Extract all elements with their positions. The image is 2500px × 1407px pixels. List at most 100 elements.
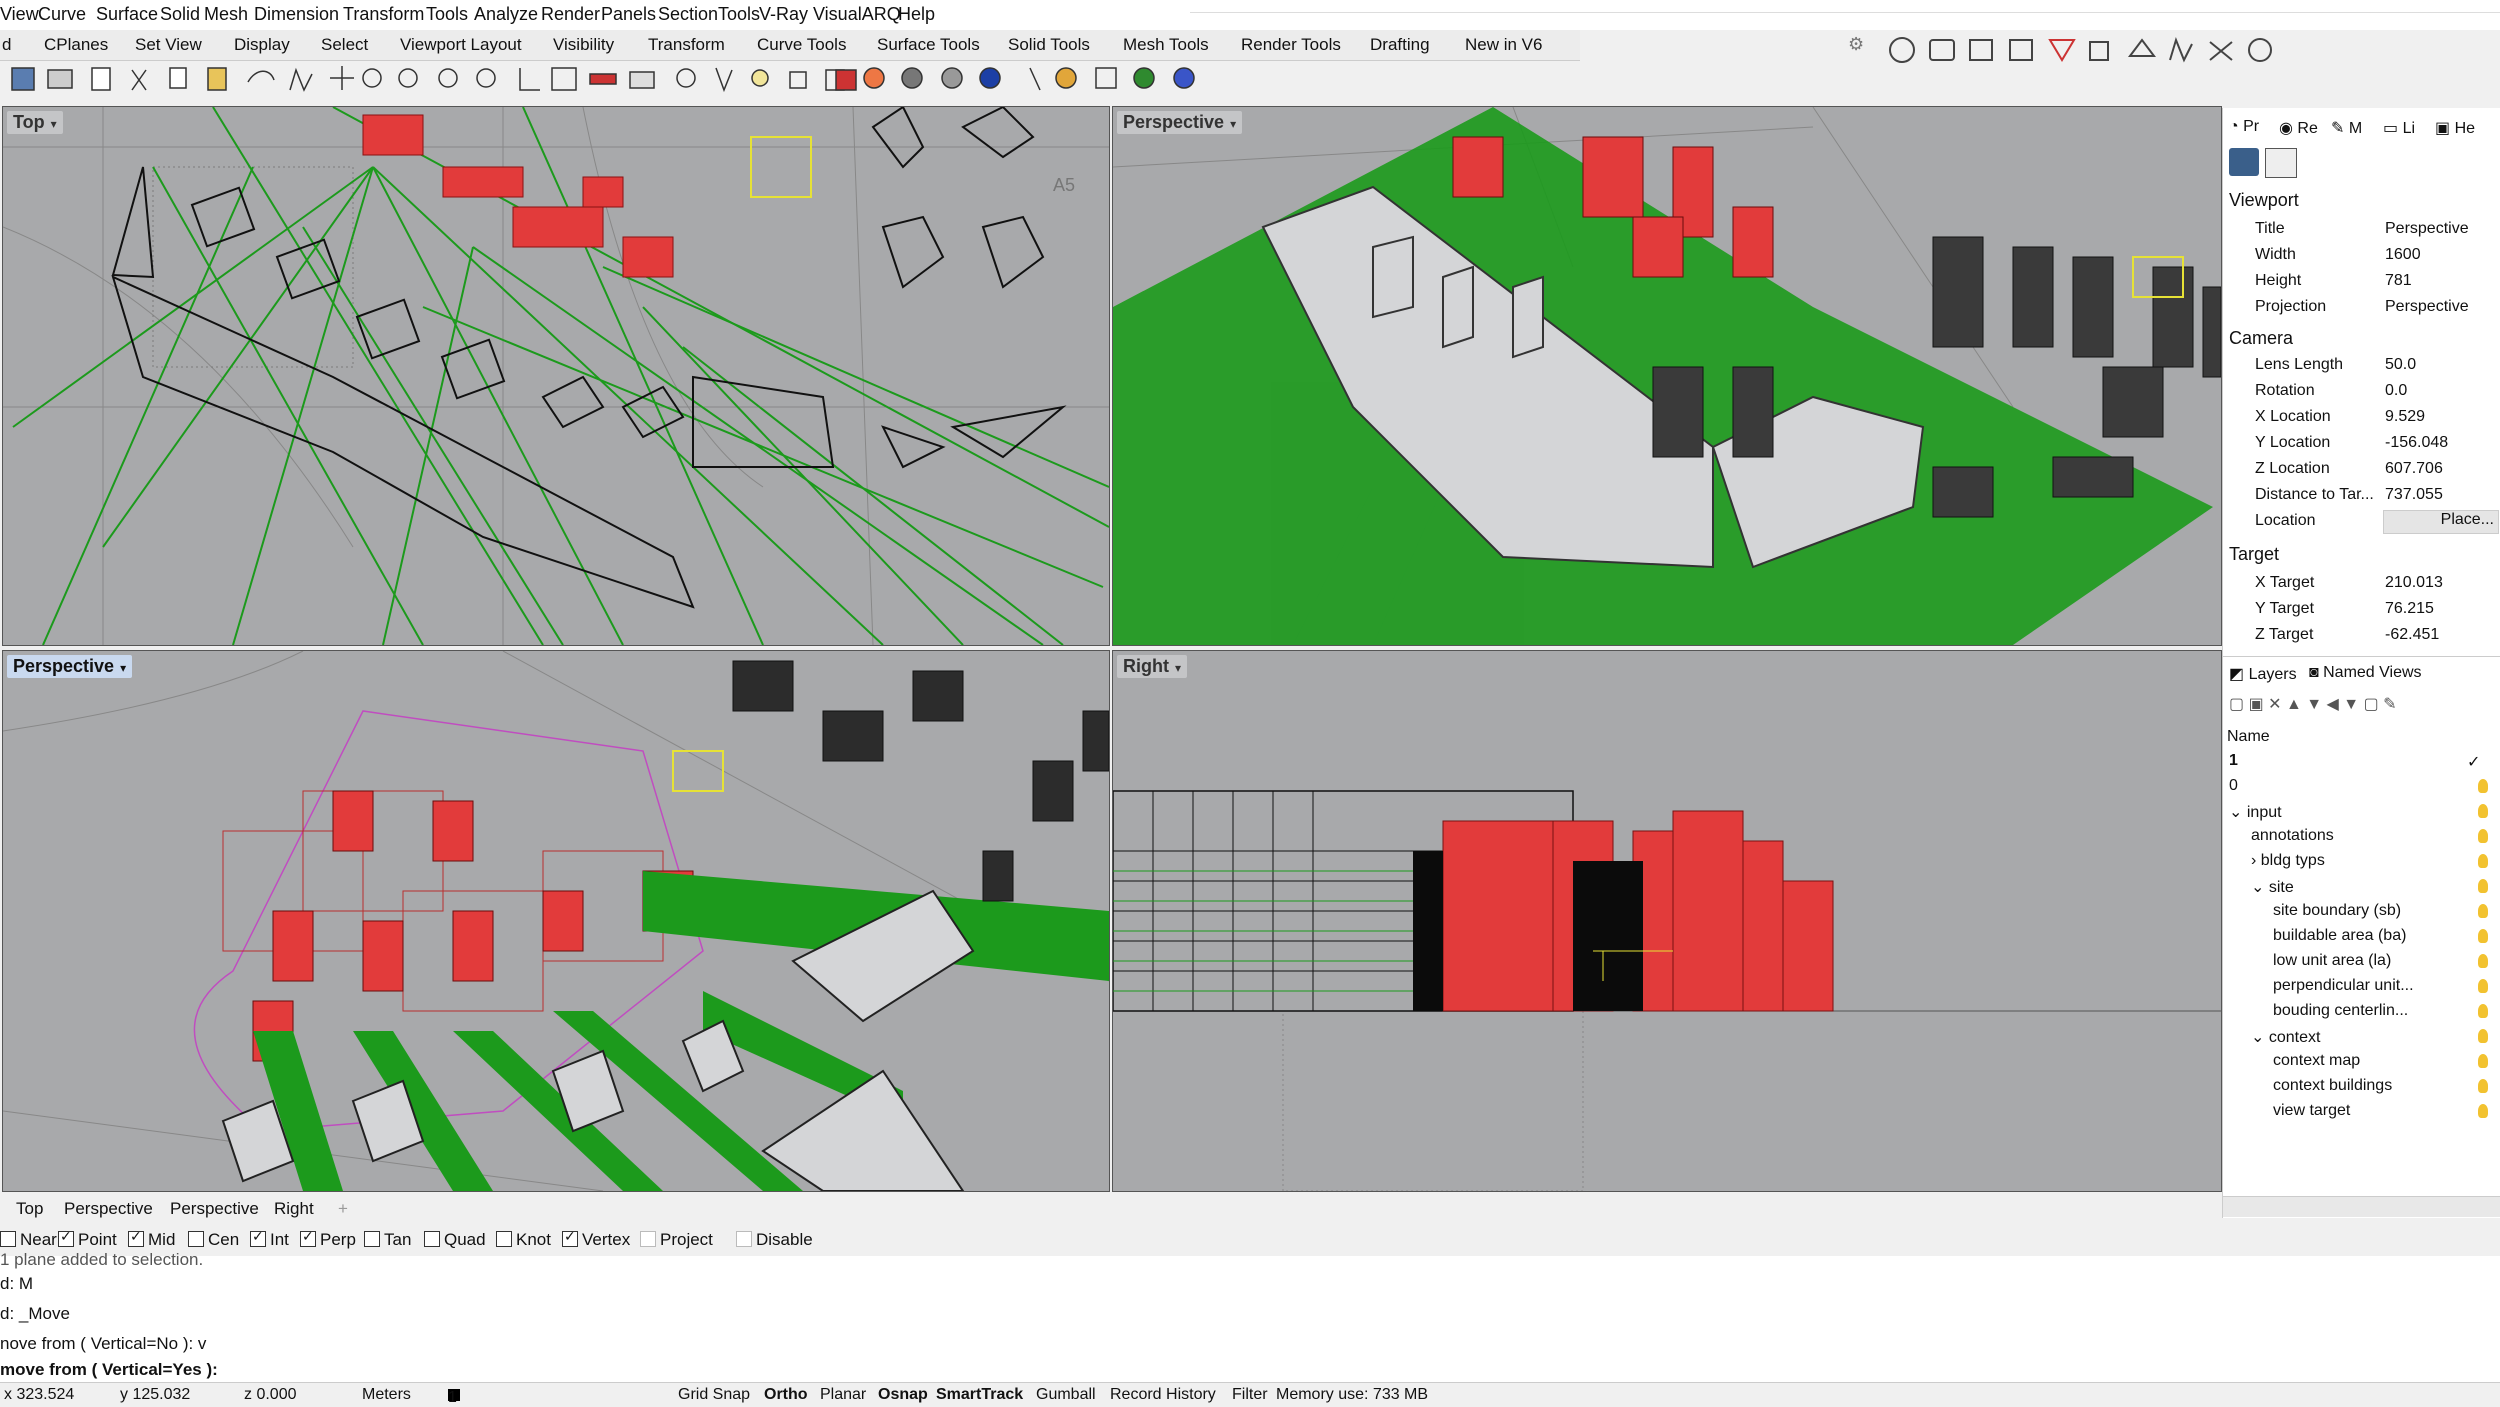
layer-row[interactable]: ⌄ context (2251, 1027, 2320, 1047)
lightbulb-icon[interactable] (2478, 779, 2488, 793)
properties-tab-m[interactable]: ✎ M (2331, 118, 2362, 138)
tab-named-views[interactable]: ◙ Named Views (2309, 664, 2422, 682)
tab-render-tools[interactable]: Render Tools (1241, 35, 1341, 55)
prop-width-value[interactable]: 1600 (2385, 246, 2421, 264)
status-planar[interactable]: Planar (820, 1386, 866, 1404)
tab-new-in-v6[interactable]: New in V6 (1465, 35, 1542, 55)
layer-row[interactable]: context buildings (2273, 1077, 2392, 1095)
menu-render[interactable]: Render (541, 4, 600, 25)
menu-vray[interactable]: V-Ray (759, 4, 808, 25)
layers-scrollbar[interactable] (2223, 1196, 2500, 1217)
lightbulb-icon[interactable] (2478, 954, 2488, 968)
layer-row[interactable]: bouding centerlin... (2273, 1002, 2408, 1020)
viewtab-right[interactable]: Right (274, 1199, 314, 1219)
lightbulb-icon[interactable] (2478, 904, 2488, 918)
expand-icon[interactable]: › (2251, 852, 2261, 869)
lightbulb-icon[interactable] (2478, 979, 2488, 993)
lightbulb-icon[interactable] (2478, 879, 2488, 893)
prop-distance-value[interactable]: 737.055 (2385, 486, 2443, 504)
layer-row[interactable]: view target (2273, 1102, 2350, 1120)
gear-icon[interactable]: ⚙ (1848, 34, 1864, 55)
osnap-tan[interactable]: Tan (364, 1230, 411, 1250)
menu-surface[interactable]: Surface (96, 4, 158, 25)
prop-ytarget-value[interactable]: 76.215 (2385, 600, 2434, 618)
tab-surface-tools[interactable]: Surface Tools (877, 35, 980, 55)
tab-drafting[interactable]: Drafting (1370, 35, 1430, 55)
menu-tools[interactable]: Tools (426, 4, 468, 25)
prop-ztarget-value[interactable]: -62.451 (2385, 626, 2439, 644)
tab-set-view[interactable]: Set View (135, 35, 202, 55)
status-osnap[interactable]: Osnap (878, 1386, 928, 1404)
viewport-title-persp1[interactable]: Perspective ▾ (1117, 111, 1243, 134)
tab-visibility[interactable]: Visibility (553, 35, 614, 55)
menu-analyze[interactable]: Analyze (474, 4, 538, 25)
lightbulb-icon[interactable] (2478, 1079, 2488, 1093)
prop-rotation-value[interactable]: 0.0 (2385, 382, 2407, 400)
add-viewtab-button[interactable]: + (338, 1199, 348, 1219)
prop-projection-value[interactable]: Perspective (2385, 298, 2469, 316)
tab-mesh-tools[interactable]: Mesh Tools (1123, 35, 1209, 55)
status-gumball[interactable]: Gumball (1036, 1386, 1096, 1404)
menu-transform[interactable]: Transform (343, 4, 424, 25)
properties-tab-re[interactable]: ◉ Re (2279, 118, 2318, 138)
prop-title-value[interactable]: Perspective (2385, 220, 2469, 238)
menu-sectiontools[interactable]: SectionTools (658, 4, 760, 25)
lightbulb-icon[interactable] (2478, 804, 2488, 818)
viewport-right[interactable]: Right ▾ (1112, 650, 2222, 1192)
viewtab-perspective-2[interactable]: Perspective (170, 1199, 259, 1219)
status-grid-snap[interactable]: Grid Snap (678, 1386, 750, 1404)
collapse-icon[interactable]: ⌄ (2251, 879, 2269, 896)
lightbulb-icon[interactable] (2478, 829, 2488, 843)
lightbulb-icon[interactable] (2478, 1004, 2488, 1018)
place-button[interactable]: Place... (2383, 510, 2499, 534)
viewport-top[interactable]: A5 Top ▾ (2, 106, 1110, 646)
tab-select[interactable]: Select (321, 35, 368, 55)
viewport-perspective-1[interactable]: Perspective ▾ (1112, 106, 2222, 646)
layer-row[interactable]: perpendicular unit... (2273, 977, 2414, 995)
layer-row[interactable]: site boundary (sb) (2273, 902, 2401, 920)
status-smarttrack[interactable]: SmartTrack (936, 1386, 1023, 1404)
collapse-icon[interactable]: ⌄ (2251, 1029, 2269, 1046)
menu-solid[interactable]: Solid (160, 4, 200, 25)
menu-help[interactable]: Help (898, 4, 935, 25)
osnap-knot[interactable]: Knot (496, 1230, 551, 1250)
prop-height-value[interactable]: 781 (2385, 272, 2412, 290)
prop-lens-value[interactable]: 50.0 (2385, 356, 2416, 374)
osnap-mid[interactable]: Mid (128, 1228, 175, 1250)
osnap-point[interactable]: Point (58, 1228, 117, 1250)
lightbulb-icon[interactable] (2478, 929, 2488, 943)
osnap-vertex[interactable]: Vertex (562, 1228, 630, 1250)
viewtab-top[interactable]: Top (16, 1199, 43, 1219)
viewport-icon[interactable] (2265, 148, 2297, 178)
status-record-history[interactable]: Record History (1110, 1386, 1216, 1404)
menu-panels[interactable]: Panels (601, 4, 656, 25)
layer-row[interactable]: › bldg typs (2251, 852, 2325, 870)
layer-row[interactable]: 1 (2229, 752, 2238, 770)
tab-display[interactable]: Display (234, 35, 290, 55)
viewport-title-top[interactable]: Top ▾ (7, 111, 63, 134)
collapse-icon[interactable]: ⌄ (2229, 804, 2247, 821)
menu-dimension[interactable]: Dimension (254, 4, 339, 25)
prop-xtarget-value[interactable]: 210.013 (2385, 574, 2443, 592)
camera-icon[interactable] (2229, 148, 2259, 176)
layer-row[interactable]: ⌄ input (2229, 802, 2282, 822)
tab-solid-tools[interactable]: Solid Tools (1008, 35, 1090, 55)
menu-view[interactable]: View (0, 4, 39, 25)
osnap-quad[interactable]: Quad (424, 1230, 486, 1250)
menu-mesh[interactable]: Mesh (204, 4, 248, 25)
lightbulb-icon[interactable] (2478, 1104, 2488, 1118)
lightbulb-icon[interactable] (2478, 854, 2488, 868)
layer-row[interactable]: ⌄ site (2251, 877, 2294, 897)
osnap-project[interactable]: Project (640, 1230, 713, 1250)
tab-transform[interactable]: Transform (648, 35, 725, 55)
osnap-cen[interactable]: Cen (188, 1230, 239, 1250)
layer-toolbar[interactable]: ▢ ▣ ✕ ▲ ▼ ◀ ▼ ▢ ✎ (2229, 694, 2397, 714)
layer-row[interactable]: 0 (2229, 777, 2238, 795)
properties-tab-he[interactable]: ▣ He (2435, 118, 2475, 138)
tab-cplanes[interactable]: CPlanes (44, 35, 108, 55)
prop-yloc-value[interactable]: -156.048 (2385, 434, 2448, 452)
osnap-disable[interactable]: Disable (736, 1230, 813, 1250)
lightbulb-icon[interactable] (2478, 1029, 2488, 1043)
osnap-near[interactable]: Near (0, 1230, 57, 1250)
lightbulb-icon[interactable] (2478, 1054, 2488, 1068)
